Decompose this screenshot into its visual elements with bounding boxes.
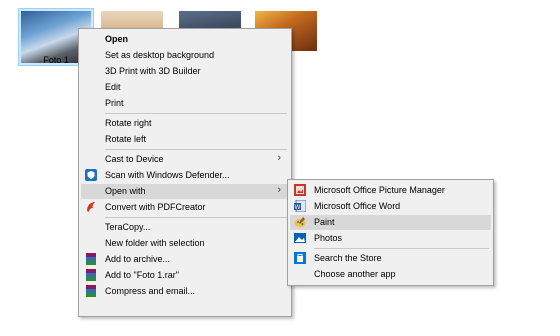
submenu-item-label: Photos [314, 233, 343, 243]
menu-item-new-folder-with-selection[interactable]: New folder with selection [81, 236, 289, 251]
submenu-item-search-store[interactable]: Search the Store [290, 251, 491, 266]
menu-item-3d-print[interactable]: 3D Print with 3D Builder [81, 64, 289, 79]
store-icon [294, 252, 306, 264]
menu-item-add-to-rar[interactable]: Add to "Foto 1.rar" [81, 268, 289, 283]
menu-item-add-to-archive[interactable]: Add to archive... [81, 252, 289, 267]
menu-separator [105, 113, 287, 114]
menu-item-open[interactable]: Open [81, 32, 289, 47]
menu-item-teracopy[interactable]: TeraCopy... [81, 220, 289, 235]
menu-item-scan-windows-defender[interactable]: Scan with Windows Defender... [81, 168, 289, 183]
submenu-item-label: Microsoft Office Picture Manager [314, 185, 445, 195]
submenu-item-label: Choose another app [314, 269, 396, 279]
menu-item-label: Open [105, 34, 129, 44]
picture-manager-icon [294, 184, 306, 196]
menu-item-label: Compress and email... [105, 286, 196, 296]
menu-item-label: 3D Print with 3D Builder [105, 66, 201, 76]
submenu-item-picture-manager[interactable]: Microsoft Office Picture Manager [290, 183, 491, 198]
menu-item-label: Add to archive... [105, 254, 171, 264]
menu-item-rotate-left[interactable]: Rotate left [81, 132, 289, 147]
submenu-item-label: Microsoft Office Word [314, 201, 401, 211]
open-with-submenu: Microsoft Office Picture Manager W Micro… [287, 179, 494, 286]
menu-separator [105, 149, 287, 150]
menu-item-label: Set as desktop background [105, 50, 215, 60]
menu-item-cast-to-device[interactable]: Cast to Device › [81, 152, 289, 167]
menu-item-convert-pdfcreator[interactable]: Convert with PDFCreator [81, 200, 289, 215]
chevron-right-icon: › [277, 152, 281, 164]
menu-item-label: Scan with Windows Defender... [105, 170, 230, 180]
submenu-item-label: Search the Store [314, 253, 382, 263]
submenu-item-photos[interactable]: Photos [290, 231, 491, 246]
menu-separator [105, 217, 287, 218]
menu-item-set-desktop-background[interactable]: Set as desktop background [81, 48, 289, 63]
menu-item-label: Cast to Device [105, 154, 164, 164]
menu-item-label: Rotate left [105, 134, 147, 144]
menu-item-edit[interactable]: Edit [81, 80, 289, 95]
submenu-item-word[interactable]: W Microsoft Office Word [290, 199, 491, 214]
submenu-item-label: Paint [314, 217, 335, 227]
menu-item-rotate-right[interactable]: Rotate right [81, 116, 289, 131]
photos-icon [294, 233, 306, 243]
winrar-icon [86, 269, 96, 281]
menu-separator [314, 248, 489, 249]
menu-item-label: Rotate right [105, 118, 152, 128]
context-menu: Open Set as desktop background 3D Print … [78, 28, 292, 317]
menu-item-label: TeraCopy... [105, 222, 151, 232]
menu-item-label: New folder with selection [105, 238, 205, 248]
word-icon: W [294, 200, 306, 212]
menu-item-label: Open with [105, 186, 146, 196]
chevron-right-icon: › [277, 184, 281, 196]
menu-item-label: Add to "Foto 1.rar" [105, 270, 179, 280]
menu-item-compress-and-email[interactable]: Compress and email... [81, 284, 289, 299]
submenu-item-choose-another-app[interactable]: Choose another app [290, 267, 491, 282]
menu-item-print[interactable]: Print [81, 96, 289, 111]
menu-item-label: Print [105, 98, 124, 108]
windows-defender-icon [85, 169, 97, 181]
paint-icon [294, 217, 306, 228]
menu-item-label: Convert with PDFCreator [105, 202, 206, 212]
svg-text:W: W [295, 205, 301, 211]
winrar-icon [86, 253, 96, 265]
pdfcreator-icon [87, 202, 95, 212]
submenu-item-paint[interactable]: Paint [290, 215, 491, 230]
menu-item-open-with[interactable]: Open with › [81, 184, 289, 199]
menu-item-label: Edit [105, 82, 121, 92]
winrar-icon [86, 285, 96, 297]
